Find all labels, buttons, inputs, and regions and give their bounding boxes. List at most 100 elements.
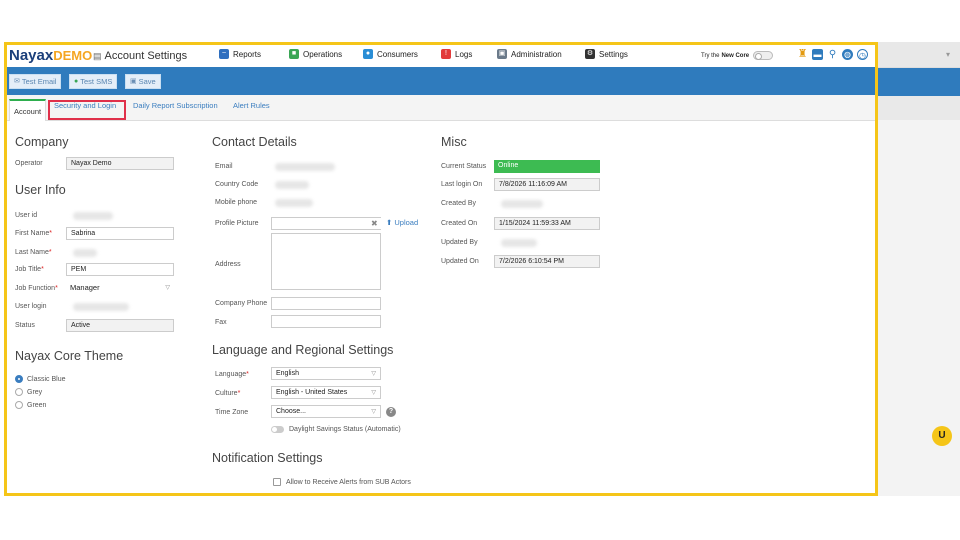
first-name-input[interactable]: Sabrina: [66, 227, 174, 240]
language-select[interactable]: English ▽: [271, 367, 381, 380]
nav-consumers[interactable]: ● Consumers: [363, 49, 418, 59]
theme-option-label: Classic Blue: [27, 375, 66, 383]
test-sms-button[interactable]: ● Test SMS: [69, 74, 118, 89]
timezone-label: Time Zone: [215, 409, 249, 416]
chevron-down-icon: ▽: [371, 409, 376, 415]
theme-option-grey[interactable]: Grey: [15, 388, 42, 396]
language-value: English: [276, 370, 299, 377]
daylight-savings-toggle[interactable]: Daylight Savings Status (Automatic): [271, 426, 401, 433]
tab-alert-rules[interactable]: Alert Rules: [233, 101, 270, 110]
test-email-button[interactable]: ✉ Test Email: [9, 74, 62, 89]
theme-option-classic-blue[interactable]: Classic Blue: [15, 375, 66, 383]
last-name-redacted[interactable]: [73, 249, 97, 257]
job-title-input[interactable]: PEM: [66, 263, 174, 276]
nav-operations-label: Operations: [303, 49, 343, 59]
daylight-savings-label: Daylight Savings Status (Automatic): [289, 426, 401, 433]
nav-operations[interactable]: ■ Operations: [289, 49, 342, 59]
page-title-text: Account Settings: [104, 50, 188, 62]
tab-daily-report-subscription[interactable]: Daily Report Subscription: [133, 101, 218, 110]
save-button[interactable]: ▣ Save: [125, 74, 161, 89]
created-by-label: Created By: [441, 200, 477, 207]
globe-icon[interactable]: ◍: [842, 49, 853, 60]
settings-tabs: Account Security and Login Daily Report …: [7, 95, 875, 121]
logo-text: Nayax: [9, 47, 54, 64]
address-textarea[interactable]: [271, 233, 381, 290]
chevron-down-icon: ▽: [165, 285, 170, 291]
page-title: ▤ Account Settings: [93, 50, 187, 62]
card-icon[interactable]: ▬: [812, 49, 823, 60]
operator-label: Operator: [15, 160, 43, 167]
last-login-field: 7/8/2026 11:16:09 AM: [494, 178, 600, 191]
job-function-label-text: Job Function: [15, 285, 56, 292]
notification-heading: Notification Settings: [212, 451, 323, 465]
required-marker: *: [48, 249, 52, 256]
job-function-select[interactable]: Manager ▽: [66, 282, 174, 295]
action-toolbar: ✉ Test Email ● Test SMS ▣ Save: [7, 67, 875, 95]
updated-on-label: Updated On: [441, 258, 479, 265]
nav-logs[interactable]: ! Logs: [441, 49, 472, 59]
nav-settings[interactable]: ⚙ Settings: [585, 49, 628, 59]
radio-icon: [15, 388, 23, 396]
user-login-label: User login: [15, 303, 47, 310]
nav-logs-label: Logs: [455, 49, 473, 59]
screen: ▾ U NayaxDEMO ▤ Account Settings ~ Reports…: [0, 0, 960, 540]
updated-on-field: 7/2/2026 6:10:54 PM: [494, 255, 600, 268]
graduation-cap-icon[interactable]: ♜: [797, 49, 808, 60]
status-label: Status: [15, 322, 35, 329]
chat-bubble-icon: ●: [74, 78, 79, 85]
sub-actors-checkbox[interactable]: Allow to Receive Alerts from SUB Actors: [273, 478, 411, 486]
fax-label: Fax: [215, 319, 227, 326]
required-marker: *: [41, 266, 44, 273]
language-heading: Language and Regional Settings: [212, 343, 394, 357]
job-function-value: Manager: [70, 283, 100, 292]
background-toolbar: [878, 68, 960, 96]
country-code-redacted[interactable]: [275, 181, 309, 189]
logo-demo-suffix: DEMO: [53, 48, 93, 63]
last-name-label: Last Name*: [15, 249, 52, 256]
upload-button[interactable]: ⬆ Upload: [386, 218, 418, 227]
help-icon[interactable]: ?: [386, 407, 396, 417]
created-on-label: Created On: [441, 220, 478, 227]
reports-icon: ~: [219, 49, 229, 59]
nav-administration[interactable]: ▣ Administration: [497, 49, 562, 59]
administration-icon: ▣: [497, 49, 507, 59]
clear-icon[interactable]: ✖: [371, 219, 378, 228]
logs-icon: !: [441, 49, 451, 59]
culture-select[interactable]: English - United States ▽: [271, 386, 381, 399]
checkbox-icon: [273, 478, 281, 486]
background-header: ▾: [878, 42, 960, 68]
job-title-label-text: Job Title: [15, 266, 42, 273]
test-sms-label: Test SMS: [80, 77, 113, 86]
timezone-select[interactable]: Choose... ▽: [271, 405, 381, 418]
envelope-icon: ✉: [14, 78, 20, 85]
user-login-redacted: [73, 303, 129, 311]
status-field: Active: [66, 319, 174, 332]
email-redacted[interactable]: [275, 163, 335, 171]
company-phone-input[interactable]: [271, 297, 381, 310]
floppy-disk-icon: ▣: [130, 78, 137, 85]
fax-input[interactable]: [271, 315, 381, 328]
security-tab-highlight-box: [48, 100, 126, 120]
updated-by-label: Updated By: [441, 239, 478, 246]
user-info-heading: User Info: [15, 183, 66, 197]
assistant-bot-icon[interactable]: U: [932, 426, 952, 446]
clock-icon[interactable]: ◷: [857, 49, 868, 60]
required-marker: *: [55, 285, 58, 292]
try-new-core[interactable]: Try the New Core: [701, 51, 774, 60]
theme-option-green[interactable]: Green: [15, 401, 46, 409]
nayax-logo[interactable]: NayaxDEMO: [9, 47, 92, 64]
language-label-text: Language: [215, 371, 247, 378]
nav-reports[interactable]: ~ Reports: [219, 49, 261, 59]
tab-account[interactable]: Account: [9, 99, 47, 121]
mobile-phone-redacted[interactable]: [275, 199, 313, 207]
new-core-toggle[interactable]: [753, 51, 774, 60]
updated-by-redacted: [501, 239, 537, 247]
profile-picture-field[interactable]: [271, 217, 381, 230]
search-icon[interactable]: ⚲: [827, 49, 838, 60]
current-status-badge: Online: [494, 160, 600, 173]
theme-option-label: Grey: [27, 388, 43, 396]
nav-consumers-label: Consumers: [377, 49, 418, 59]
chevron-down-icon: ▾: [945, 50, 950, 59]
last-name-label-text: Last Name: [15, 249, 49, 256]
top-right-icons: ♜ ▬ ⚲ ◍ ◷: [797, 49, 868, 60]
